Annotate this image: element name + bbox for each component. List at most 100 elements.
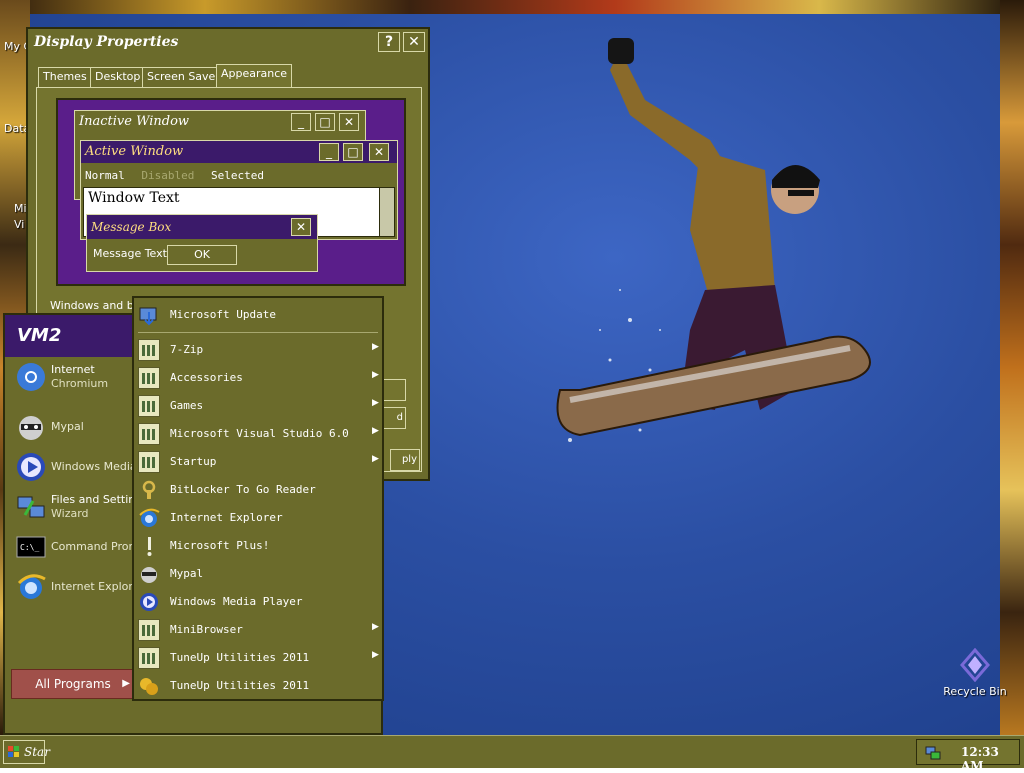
close-button[interactable]: ✕ bbox=[403, 32, 425, 52]
taskbar: Star 12:33 AM bbox=[0, 735, 1024, 773]
wmp-icon bbox=[17, 453, 45, 481]
program-label: 7-Zip bbox=[170, 343, 204, 356]
program-label: Mypal bbox=[170, 567, 204, 580]
program-label: BitLocker To Go Reader bbox=[170, 483, 316, 496]
tab-themes[interactable]: Themes bbox=[38, 67, 92, 87]
tab-appearance[interactable]: Appearance bbox=[216, 64, 293, 88]
submenu-arrow-icon: ▶ bbox=[372, 622, 379, 632]
network-icon[interactable] bbox=[925, 744, 941, 760]
ie-icon bbox=[139, 508, 160, 527]
program-label: Microsoft Update bbox=[170, 308, 276, 321]
folder-icon bbox=[138, 647, 160, 669]
clock[interactable]: 12:33 AM bbox=[961, 745, 1019, 773]
pinned-internet-explorer[interactable]: Internet Explore bbox=[13, 569, 143, 605]
help-button[interactable]: ? bbox=[378, 32, 400, 52]
menu-separator bbox=[138, 332, 378, 333]
minimize-icon: _ bbox=[319, 143, 339, 161]
program-item[interactable]: Microsoft Update bbox=[134, 301, 382, 329]
title-bar[interactable]: Display Properties ? ✕ bbox=[28, 29, 428, 57]
wallpaper-frame-top bbox=[0, 0, 1024, 14]
program-label: TuneUp Utilities 2011 bbox=[170, 679, 310, 692]
program-item[interactable]: BitLocker To Go Reader bbox=[134, 476, 382, 504]
message-box-title: Message Box bbox=[87, 215, 317, 239]
wmp-icon bbox=[140, 593, 158, 611]
recycle-bin-icon bbox=[960, 647, 990, 683]
svg-text:C:\_: C:\_ bbox=[20, 543, 39, 552]
chromium-icon bbox=[17, 363, 45, 391]
mypal-icon bbox=[19, 416, 43, 440]
desktop-icon-label: Mi bbox=[14, 202, 27, 215]
menu-disabled: Disabled bbox=[141, 169, 195, 182]
program-folder[interactable]: Accessories ▶ bbox=[134, 364, 382, 392]
program-item[interactable]: Windows Media Player bbox=[134, 588, 382, 616]
program-label: Accessories bbox=[170, 371, 243, 384]
close-icon: ✕ bbox=[291, 218, 311, 236]
program-folder[interactable]: Startup ▶ bbox=[134, 448, 382, 476]
desktop-icon-mi[interactable]: Mi bbox=[14, 202, 27, 215]
folder-icon bbox=[138, 423, 160, 445]
ie-icon bbox=[17, 574, 46, 599]
desktop-icon-vi[interactable]: Vi bbox=[14, 218, 24, 231]
program-label: MiniBrowser bbox=[170, 623, 243, 636]
program-folder[interactable]: TuneUp Utilities 2011 ▶ bbox=[134, 644, 382, 672]
folder-icon bbox=[138, 395, 160, 417]
maximize-icon: □ bbox=[343, 143, 363, 161]
apply-button[interactable]: ply bbox=[390, 449, 420, 471]
menu-normal: Normal bbox=[85, 169, 125, 182]
mypal-icon bbox=[141, 567, 157, 583]
program-folder[interactable]: MiniBrowser ▶ bbox=[134, 616, 382, 644]
submenu-arrow-icon: ▶ bbox=[372, 454, 379, 464]
desktop-icon-label: Vi bbox=[14, 218, 25, 231]
message-box-preview: Message Box ✕ Message Text OK bbox=[86, 214, 318, 272]
tuneup-icon bbox=[140, 678, 158, 695]
start-label: Star bbox=[24, 745, 50, 759]
recycle-bin[interactable]: Recycle Bin bbox=[940, 647, 1010, 698]
pinned-mypal[interactable]: Mypal bbox=[13, 409, 143, 445]
pinned-label: Internet bbox=[51, 363, 95, 376]
pinned-sublabel: Wizard bbox=[51, 507, 89, 520]
program-label: Microsoft Visual Studio 6.0 bbox=[170, 427, 349, 440]
program-label: Games bbox=[170, 399, 204, 412]
program-label: Windows Media Player bbox=[170, 595, 303, 608]
all-programs-button[interactable]: All Programs ▶ bbox=[11, 669, 135, 699]
windows-flag-icon bbox=[8, 746, 19, 757]
pinned-label: Files and Setting bbox=[51, 493, 143, 506]
pinned-command-prompt[interactable]: C:\_ Command Prom bbox=[13, 529, 143, 565]
folder-icon bbox=[138, 367, 160, 389]
command-prompt-icon: C:\_ bbox=[16, 536, 46, 558]
close-icon: ✕ bbox=[339, 113, 359, 131]
pinned-sublabel: Chromium bbox=[51, 377, 109, 390]
bitlocker-icon bbox=[142, 480, 156, 499]
folder-icon bbox=[138, 619, 160, 641]
pinned-label: Mypal bbox=[51, 420, 84, 433]
folder-icon bbox=[138, 451, 160, 473]
pinned-files-settings-wizard[interactable]: Files and Setting Wizard bbox=[13, 489, 143, 525]
program-item[interactable]: Microsoft Plus! bbox=[134, 532, 382, 560]
program-folder[interactable]: Microsoft Visual Studio 6.0 ▶ bbox=[134, 420, 382, 448]
system-tray: 12:33 AM bbox=[916, 739, 1020, 773]
maximize-icon: □ bbox=[315, 113, 335, 131]
tab-screen-saver[interactable]: Screen Saver bbox=[142, 67, 225, 87]
transfer-wizard-icon bbox=[17, 496, 45, 518]
submenu-arrow-icon: ▶ bbox=[372, 650, 379, 660]
all-programs-menu: Microsoft Update 7-Zip ▶ Accessories ▶ G… bbox=[132, 296, 384, 701]
start-button[interactable]: Star bbox=[3, 740, 50, 764]
pinned-internet-chromium[interactable]: Internet Chromium bbox=[13, 359, 143, 395]
program-folder[interactable]: Games ▶ bbox=[134, 392, 382, 420]
recycle-bin-label: Recycle Bin bbox=[943, 685, 1007, 698]
program-item[interactable]: TuneUp Utilities 2011 bbox=[134, 672, 382, 700]
windows-and-buttons-label: Windows and bu bbox=[50, 299, 141, 312]
tab-desktop[interactable]: Desktop bbox=[90, 67, 146, 87]
program-folder[interactable]: 7-Zip ▶ bbox=[134, 336, 382, 364]
program-label: Internet Explorer bbox=[170, 511, 283, 524]
pinned-windows-media-player[interactable]: Windows Media P bbox=[13, 449, 147, 485]
program-item[interactable]: Internet Explorer bbox=[134, 504, 382, 532]
snowboarder-image bbox=[556, 38, 871, 442]
menu-selected: Selected bbox=[210, 169, 264, 182]
preview-scrollbar bbox=[379, 187, 395, 237]
program-item[interactable]: Mypal bbox=[134, 560, 382, 588]
preview-menu-row: Normal Disabled Selected bbox=[85, 169, 274, 182]
all-programs-label: All Programs bbox=[35, 677, 111, 691]
window-title: Display Properties bbox=[34, 34, 179, 50]
program-label: TuneUp Utilities 2011 bbox=[170, 651, 310, 664]
